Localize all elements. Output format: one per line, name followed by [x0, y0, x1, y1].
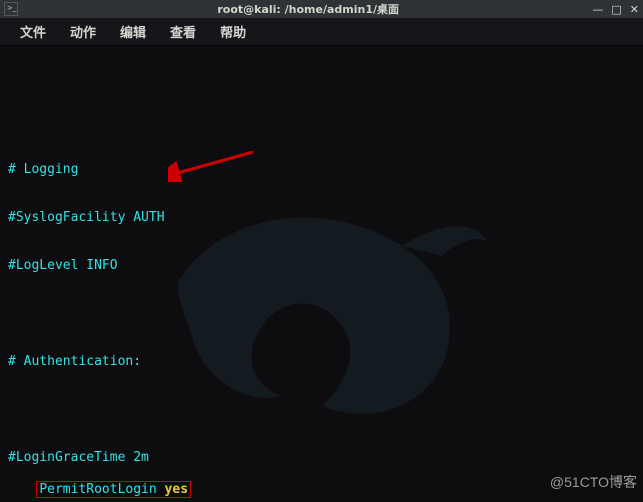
- config-value: yes: [165, 482, 188, 497]
- file-line: # Authentication:: [8, 354, 635, 370]
- window-titlebar: root@kali: /home/admin1/桌面 — □ ✕: [0, 0, 643, 18]
- maximize-button[interactable]: □: [611, 4, 621, 15]
- file-line: # Logging: [8, 162, 635, 178]
- menu-edit[interactable]: 编辑: [108, 18, 158, 45]
- terminal-window: root@kali: /home/admin1/桌面 — □ ✕ 文件 动作 编…: [0, 0, 643, 502]
- file-line: #LogLevel INFO: [8, 258, 635, 274]
- menu-actions[interactable]: 动作: [58, 18, 108, 45]
- file-line: [8, 402, 635, 418]
- watermark-text: @51CTO博客: [550, 472, 637, 492]
- menu-view[interactable]: 查看: [158, 18, 208, 45]
- file-line: [8, 306, 635, 322]
- minimize-button[interactable]: —: [592, 4, 603, 15]
- window-title: root@kali: /home/admin1/桌面: [24, 1, 592, 17]
- menu-help[interactable]: 帮助: [208, 18, 258, 45]
- file-line: #LoginGraceTime 2m: [8, 450, 635, 466]
- config-key: PermitRootLogin: [39, 482, 164, 497]
- terminal-body[interactable]: # Logging #SyslogFacility AUTH #LogLevel…: [0, 46, 643, 502]
- close-button[interactable]: ✕: [630, 4, 639, 15]
- menubar: 文件 动作 编辑 查看 帮助: [0, 18, 643, 46]
- terminal-icon: [4, 2, 18, 16]
- file-line: [8, 114, 635, 130]
- menu-file[interactable]: 文件: [8, 18, 58, 45]
- highlighted-config-line: PermitRootLogin yes: [39, 482, 191, 498]
- file-line: #SyslogFacility AUTH: [8, 210, 635, 226]
